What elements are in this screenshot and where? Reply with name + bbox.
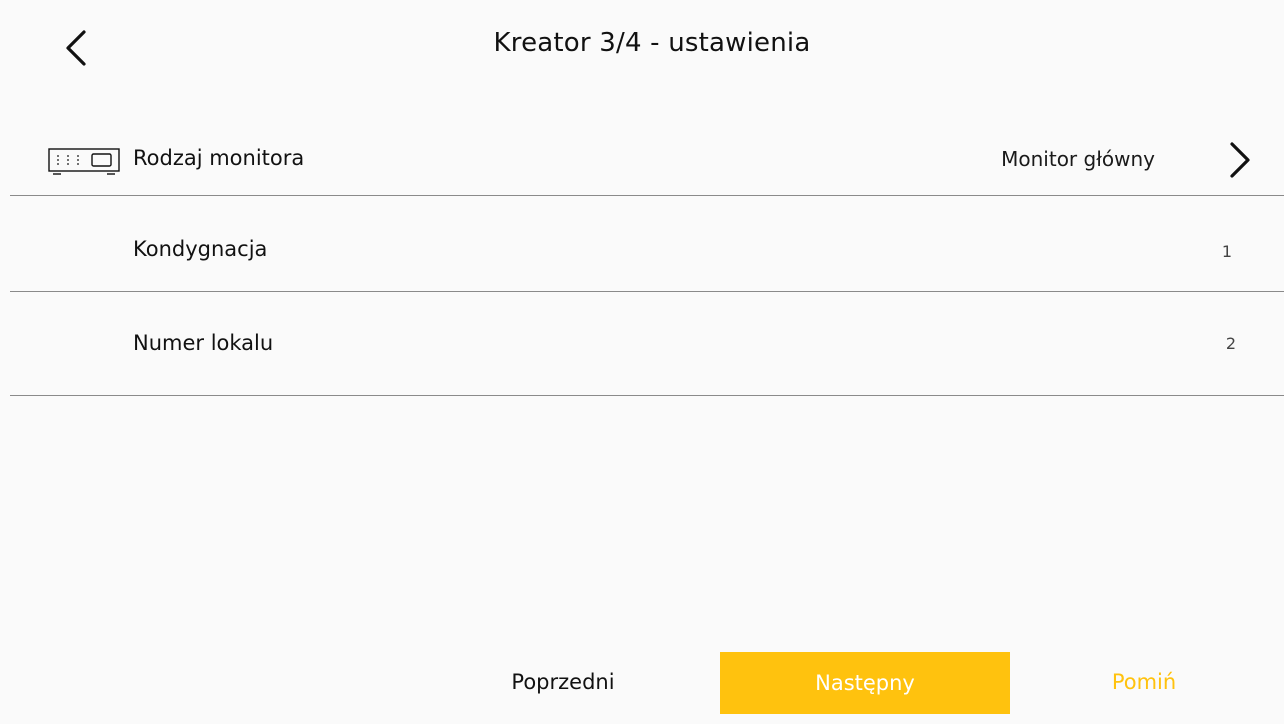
unit-number-value: 2 <box>1225 334 1236 353</box>
chevron-right-icon[interactable] <box>1222 140 1256 180</box>
header: Kreator 3/4 - ustawienia <box>0 0 1284 95</box>
page-title: Kreator 3/4 - ustawienia <box>493 28 811 58</box>
monitor-type-row[interactable]: Rodzaj monitora Monitor główny <box>10 120 1284 196</box>
previous-button[interactable]: Poprzedni <box>470 650 656 713</box>
unit-number-row[interactable]: Numer lokalu 2 <box>10 292 1284 396</box>
skip-button[interactable]: Pomiń <box>1080 650 1208 713</box>
monitor-device-icon <box>48 148 120 175</box>
wizard-screen: Kreator 3/4 - ustawienia Rodzaj monitora… <box>0 0 1284 724</box>
monitor-type-value: Monitor główny <box>1001 147 1155 171</box>
monitor-type-label: Rodzaj monitora <box>133 146 305 170</box>
floor-label: Kondygnacja <box>133 237 268 261</box>
floor-value: 1 <box>1221 242 1232 261</box>
floor-row[interactable]: Kondygnacja 1 <box>10 196 1284 292</box>
unit-number-label: Numer lokalu <box>133 331 274 355</box>
footer-navigation: Poprzedni Następny Pomiń <box>0 650 1284 714</box>
next-button[interactable]: Następny <box>720 652 1010 714</box>
